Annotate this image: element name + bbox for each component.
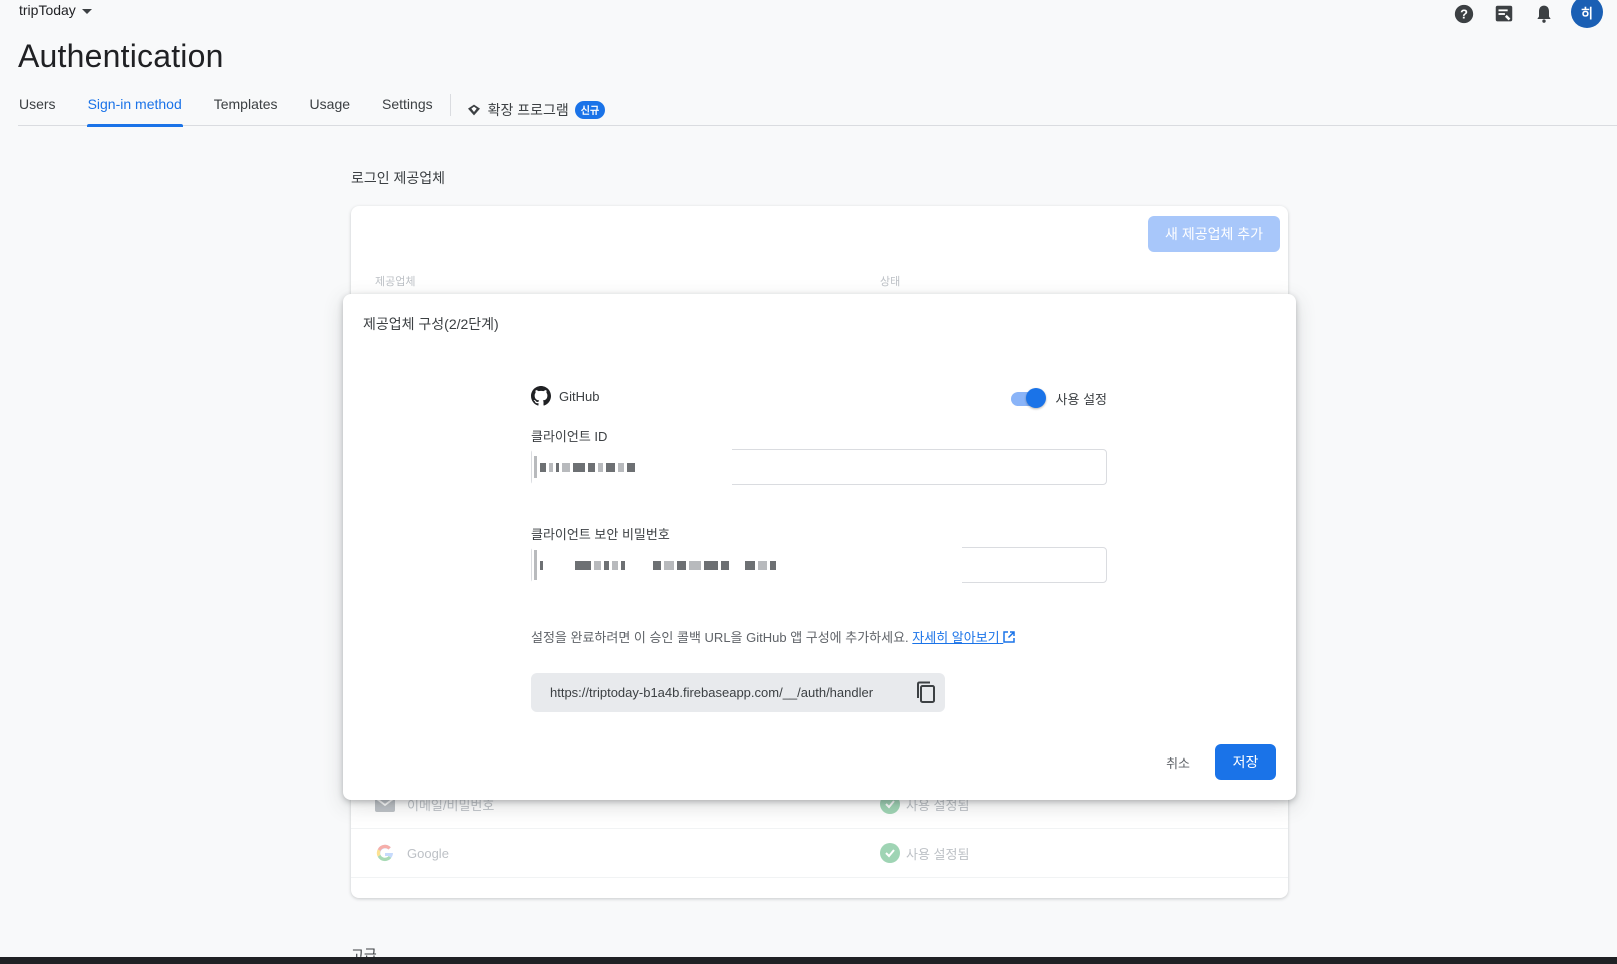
tab-extensions-label: 확장 프로그램: [487, 101, 569, 118]
tab-settings[interactable]: Settings: [381, 86, 434, 126]
callback-url-box: https://triptoday-b1a4b.firebaseapp.com/…: [531, 673, 945, 712]
cancel-button[interactable]: 취소: [1158, 744, 1198, 780]
external-link-icon: [1003, 631, 1016, 643]
tab-templates[interactable]: Templates: [213, 86, 279, 126]
provider-header: GitHub 사용 설정: [531, 386, 1107, 410]
tab-extensions[interactable]: 확장 프로그램 신규: [465, 86, 607, 126]
column-header-status: 상태: [880, 276, 901, 288]
feedback-icon[interactable]: [1491, 1, 1517, 27]
tab-sign-in-method[interactable]: Sign-in method: [86, 86, 183, 127]
learn-more-link[interactable]: 자세히 알아보기: [912, 630, 1016, 645]
provider-name: GitHub: [559, 388, 600, 404]
save-button[interactable]: 저장: [1215, 744, 1276, 780]
enable-toggle[interactable]: [1010, 386, 1046, 410]
chevron-down-icon: [81, 8, 92, 14]
svg-text:?: ?: [1460, 7, 1468, 22]
notifications-icon[interactable]: [1531, 1, 1557, 27]
provider-status: 사용 설정됨: [906, 846, 970, 862]
github-icon: [531, 386, 551, 406]
enable-label: 사용 설정: [1055, 391, 1107, 407]
dialog-title: 제공업체 구성(2/2단계): [363, 316, 499, 332]
tab-bar: Users Sign-in method Templates Usage Set…: [18, 86, 1617, 127]
provider-config-dialog: 제공업체 구성(2/2단계) GitHub 사용 설정 클라이언트 ID 클라이…: [343, 294, 1296, 800]
add-provider-button[interactable]: 새 제공업체 추가: [1148, 216, 1280, 252]
provider-name: Google: [407, 845, 449, 861]
callback-url: https://triptoday-b1a4b.firebaseapp.com/…: [550, 685, 874, 700]
extensions-icon: [467, 104, 480, 115]
check-circle-icon: [880, 843, 900, 863]
redacted-value: [532, 449, 732, 485]
google-icon: [376, 844, 393, 862]
project-switcher[interactable]: tripToday: [19, 2, 92, 18]
copy-icon[interactable]: [915, 681, 937, 705]
redacted-value: [532, 547, 962, 583]
table-row[interactable]: Google 사용 설정됨: [351, 829, 1288, 878]
top-actions: ? 히: [1451, 0, 1603, 28]
client-id-label: 클라이언트 ID: [531, 429, 608, 444]
new-badge: 신규: [574, 100, 606, 119]
help-text: 설정을 완료하려면 이 승인 콜백 URL을 GitHub 앱 구성에 추가하세…: [531, 630, 909, 645]
client-secret-label: 클라이언트 보안 비밀번호: [531, 527, 670, 542]
section-title: 로그인 제공업체: [351, 170, 446, 186]
project-name: tripToday: [19, 2, 76, 18]
tab-users[interactable]: Users: [18, 86, 57, 126]
bottom-taskbar: [0, 957, 1617, 964]
tab-divider: [449, 94, 451, 116]
avatar[interactable]: 히: [1571, 0, 1603, 28]
page-title: Authentication: [18, 38, 224, 74]
help-icon[interactable]: ?: [1451, 1, 1477, 27]
column-header-provider: 제공업체: [375, 276, 416, 288]
tab-usage[interactable]: Usage: [309, 86, 351, 126]
